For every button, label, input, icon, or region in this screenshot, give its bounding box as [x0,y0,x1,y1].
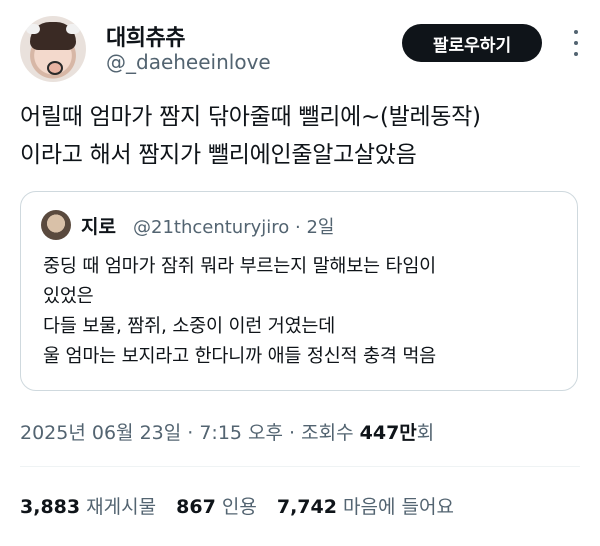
author-display-name[interactable]: 대희츄츄 [106,20,185,52]
quote-line: 있었은 [43,286,94,307]
quotes-stat[interactable]: 867 인용 [176,496,257,518]
tweet-line: 어릴때 엄마가 짬지 닦아줄때 뺄리에~(발레동작) [20,104,481,130]
engagement-stats: 3,883 재게시물 867 인용 7,742 마음에 들어요 [20,492,454,519]
view-count-suffix: 회 [416,422,435,444]
author-avatar[interactable] [20,16,86,82]
likes-label: 마음에 들어요 [343,496,454,518]
follow-button[interactable]: 팔로우하기 [402,24,542,62]
reposts-stat[interactable]: 3,883 재게시물 [20,496,156,518]
quote-line: 울 엄마는 보지라고 한다니까 애들 정신적 충격 먹음 [43,346,436,367]
quotes-count: 867 [176,496,216,518]
quote-line: 다들 보물, 짬쥐, 소중이 이런 거였는데 [43,316,336,337]
quotes-label: 인용 [221,496,257,518]
more-dot [574,30,578,34]
author-handle[interactable]: @_daeheeinlove [106,50,271,74]
reposts-count: 3,883 [20,496,81,518]
tweet-text: 어릴때 엄마가 짬지 닦아줄때 뺄리에~(발레동작) 이라고 해서 짬지가 뺄리… [20,98,580,174]
avatar-bow-left [26,24,40,34]
quote-author-meta: @21thcenturyjiro · 2일 [133,217,335,238]
view-count: 447만 [359,422,417,444]
timestamp-text[interactable]: 2025년 06월 23일 · 7:15 오후 · 조회수 [20,422,360,444]
more-dot [574,41,578,45]
tweet-line: 이라고 해서 짬지가 뺄리에인줄알고살았음 [20,142,417,168]
quote-author-avatar[interactable] [41,210,71,240]
avatar-mouth [47,61,63,75]
tweet-timestamp: 2025년 06월 23일 · 7:15 오후 · 조회수 447만회 [20,418,434,445]
more-vertical-icon[interactable] [572,30,580,56]
likes-count: 7,742 [276,496,337,518]
quoted-tweet[interactable]: 지로 @21thcenturyjiro · 2일 중딩 때 엄마가 잠쥐 뭐라 … [20,191,578,391]
quote-text: 중딩 때 엄마가 잠쥐 뭐라 부르는지 말해보는 타임이 있었은 다들 보물, … [43,252,563,372]
reposts-label: 재게시물 [86,496,157,518]
avatar-bow-right [66,24,80,34]
likes-stat[interactable]: 7,742 마음에 들어요 [277,496,454,518]
more-dot [574,52,578,56]
quote-author-name[interactable]: 지로 [81,212,116,239]
quote-line: 중딩 때 엄마가 잠쥐 뭐라 부르는지 말해보는 타임이 [43,256,436,277]
divider [20,466,580,467]
tweet-header: 대희츄츄 @_daeheeinlove 팔로우하기 [20,16,580,82]
